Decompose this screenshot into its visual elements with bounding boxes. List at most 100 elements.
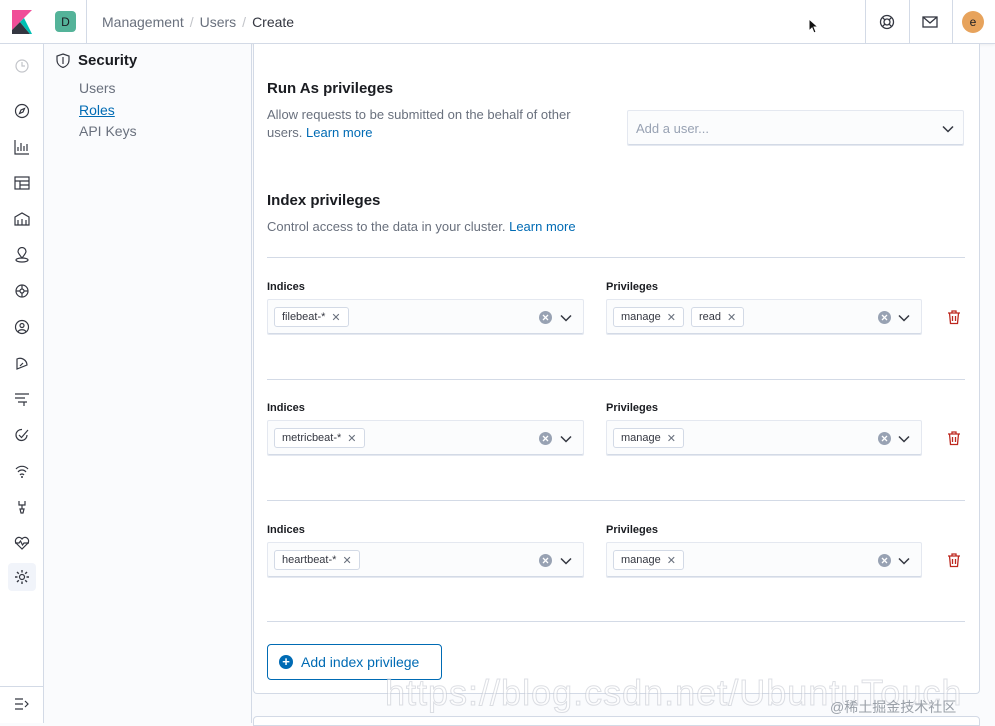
index-desc-text: Control access to the data in your clust… (267, 219, 506, 234)
visualize-icon[interactable] (10, 135, 34, 159)
clear-icon[interactable] (878, 432, 891, 445)
discover-icon[interactable] (10, 99, 34, 123)
index-privileges-description: Control access to the data in your clust… (267, 218, 576, 236)
management-icon[interactable] (8, 563, 36, 591)
apm-icon[interactable] (10, 387, 34, 411)
indices-combobox[interactable]: metricbeat-* ✕ (267, 420, 584, 456)
indices-label: Indices (267, 524, 305, 536)
chevron-down-icon[interactable] (897, 432, 911, 446)
trash-icon[interactable] (946, 430, 962, 446)
add-index-privilege-label: Add index privilege (301, 654, 420, 670)
clear-icon[interactable] (539, 432, 552, 445)
breadcrumb-separator: / (242, 14, 247, 30)
infra-icon[interactable] (10, 315, 34, 339)
chevron-down-icon[interactable] (941, 122, 955, 136)
user-avatar[interactable]: e (962, 11, 984, 33)
remove-pill-icon[interactable]: ✕ (667, 432, 676, 445)
uptime-icon[interactable] (10, 423, 34, 447)
remove-pill-icon[interactable]: ✕ (347, 432, 356, 445)
watermark-credit: @稀土掘金技术社区 (830, 699, 957, 715)
menu-collapse-icon[interactable] (10, 692, 34, 716)
remove-pill-icon[interactable]: ✕ (667, 311, 676, 324)
privilege-pill-label: manage (621, 554, 661, 566)
kibana-logo-icon[interactable] (12, 10, 32, 34)
clear-icon[interactable] (878, 311, 891, 324)
clear-icon[interactable] (539, 311, 552, 324)
privileges-combobox[interactable]: manage ✕ (606, 542, 922, 578)
privileges-combobox[interactable]: manage ✕ read ✕ (606, 299, 922, 335)
chevron-down-icon[interactable] (559, 554, 573, 568)
index-pill-label: metricbeat-* (282, 432, 342, 444)
chevron-down-icon[interactable] (559, 311, 573, 325)
ml-icon[interactable] (10, 279, 34, 303)
plus-circle-icon: + (279, 655, 293, 669)
logs-icon[interactable] (10, 351, 34, 375)
sidenav-item-users[interactable]: Users (79, 80, 116, 96)
header-divider (909, 0, 910, 44)
section-divider (267, 257, 965, 258)
dev-tools-icon[interactable] (10, 495, 34, 519)
index-pill: heartbeat-* ✕ (274, 550, 360, 570)
run-as-title: Run As privileges (267, 80, 394, 97)
section-divider (267, 621, 965, 622)
chevron-down-icon[interactable] (559, 432, 573, 446)
siem-icon[interactable] (10, 459, 34, 483)
index-learn-more-link[interactable]: Learn more (509, 219, 575, 234)
index-pill-label: filebeat-* (282, 311, 326, 323)
sidenav-item-roles[interactable]: Roles (79, 102, 115, 118)
privilege-pill-label: manage (621, 311, 661, 323)
remove-pill-icon[interactable]: ✕ (727, 311, 736, 324)
management-sidenav: Security Users Roles API Keys (44, 44, 252, 723)
section-divider (267, 379, 965, 380)
trash-icon[interactable] (946, 552, 962, 568)
header-divider (952, 0, 953, 44)
privileges-combobox[interactable]: manage ✕ (606, 420, 922, 456)
privilege-pill: read ✕ (691, 307, 745, 327)
index-pill: metricbeat-* ✕ (274, 428, 365, 448)
breadcrumb-separator: / (189, 14, 194, 30)
indices-combobox[interactable]: filebeat-* ✕ (267, 299, 584, 335)
breadcrumb-create: Create (252, 14, 295, 30)
remove-pill-icon[interactable]: ✕ (331, 311, 340, 324)
clear-icon[interactable] (878, 554, 891, 567)
indices-label: Indices (267, 281, 305, 293)
help-icon[interactable] (877, 12, 897, 32)
chevron-down-icon[interactable] (897, 311, 911, 325)
monitoring-icon[interactable] (10, 531, 34, 555)
indices-combobox[interactable]: heartbeat-* ✕ (267, 542, 584, 578)
trash-icon[interactable] (946, 309, 962, 325)
next-panel-edge (253, 716, 980, 726)
shield-icon (56, 53, 70, 68)
breadcrumb-management[interactable]: Management (102, 14, 184, 30)
privilege-pill: manage ✕ (613, 428, 684, 448)
mouse-cursor-icon (808, 18, 820, 34)
clock-icon[interactable] (10, 54, 34, 78)
sidenav-item-api-keys[interactable]: API Keys (79, 123, 137, 139)
chevron-down-icon[interactable] (897, 554, 911, 568)
sidenav-title: Security (78, 52, 138, 69)
dashboard-icon[interactable] (10, 171, 34, 195)
run-as-learn-more-link[interactable]: Learn more (306, 125, 372, 140)
maps-icon[interactable] (10, 243, 34, 267)
breadcrumb-users[interactable]: Users (200, 14, 237, 30)
privileges-label: Privileges (606, 281, 658, 293)
run-as-placeholder: Add a user... (636, 121, 709, 136)
privilege-pill-label: manage (621, 432, 661, 444)
index-pill-label: heartbeat-* (282, 554, 337, 566)
run-as-user-combobox[interactable]: Add a user... (627, 110, 964, 146)
clear-icon[interactable] (539, 554, 552, 567)
breadcrumb: Management / Users / Create (102, 14, 294, 30)
canvas-icon[interactable] (10, 207, 34, 231)
indices-label: Indices (267, 402, 305, 414)
index-pill: filebeat-* ✕ (274, 307, 349, 327)
remove-pill-icon[interactable]: ✕ (667, 554, 676, 567)
nav-divider (0, 686, 44, 687)
header-divider (86, 0, 87, 44)
nav-rail (0, 44, 44, 723)
privilege-pill-label: read (699, 311, 722, 323)
privilege-pill: manage ✕ (613, 550, 684, 570)
mail-icon[interactable] (920, 12, 940, 32)
space-selector-badge[interactable]: D (55, 11, 76, 32)
remove-pill-icon[interactable]: ✕ (342, 554, 351, 567)
section-divider (267, 500, 965, 501)
